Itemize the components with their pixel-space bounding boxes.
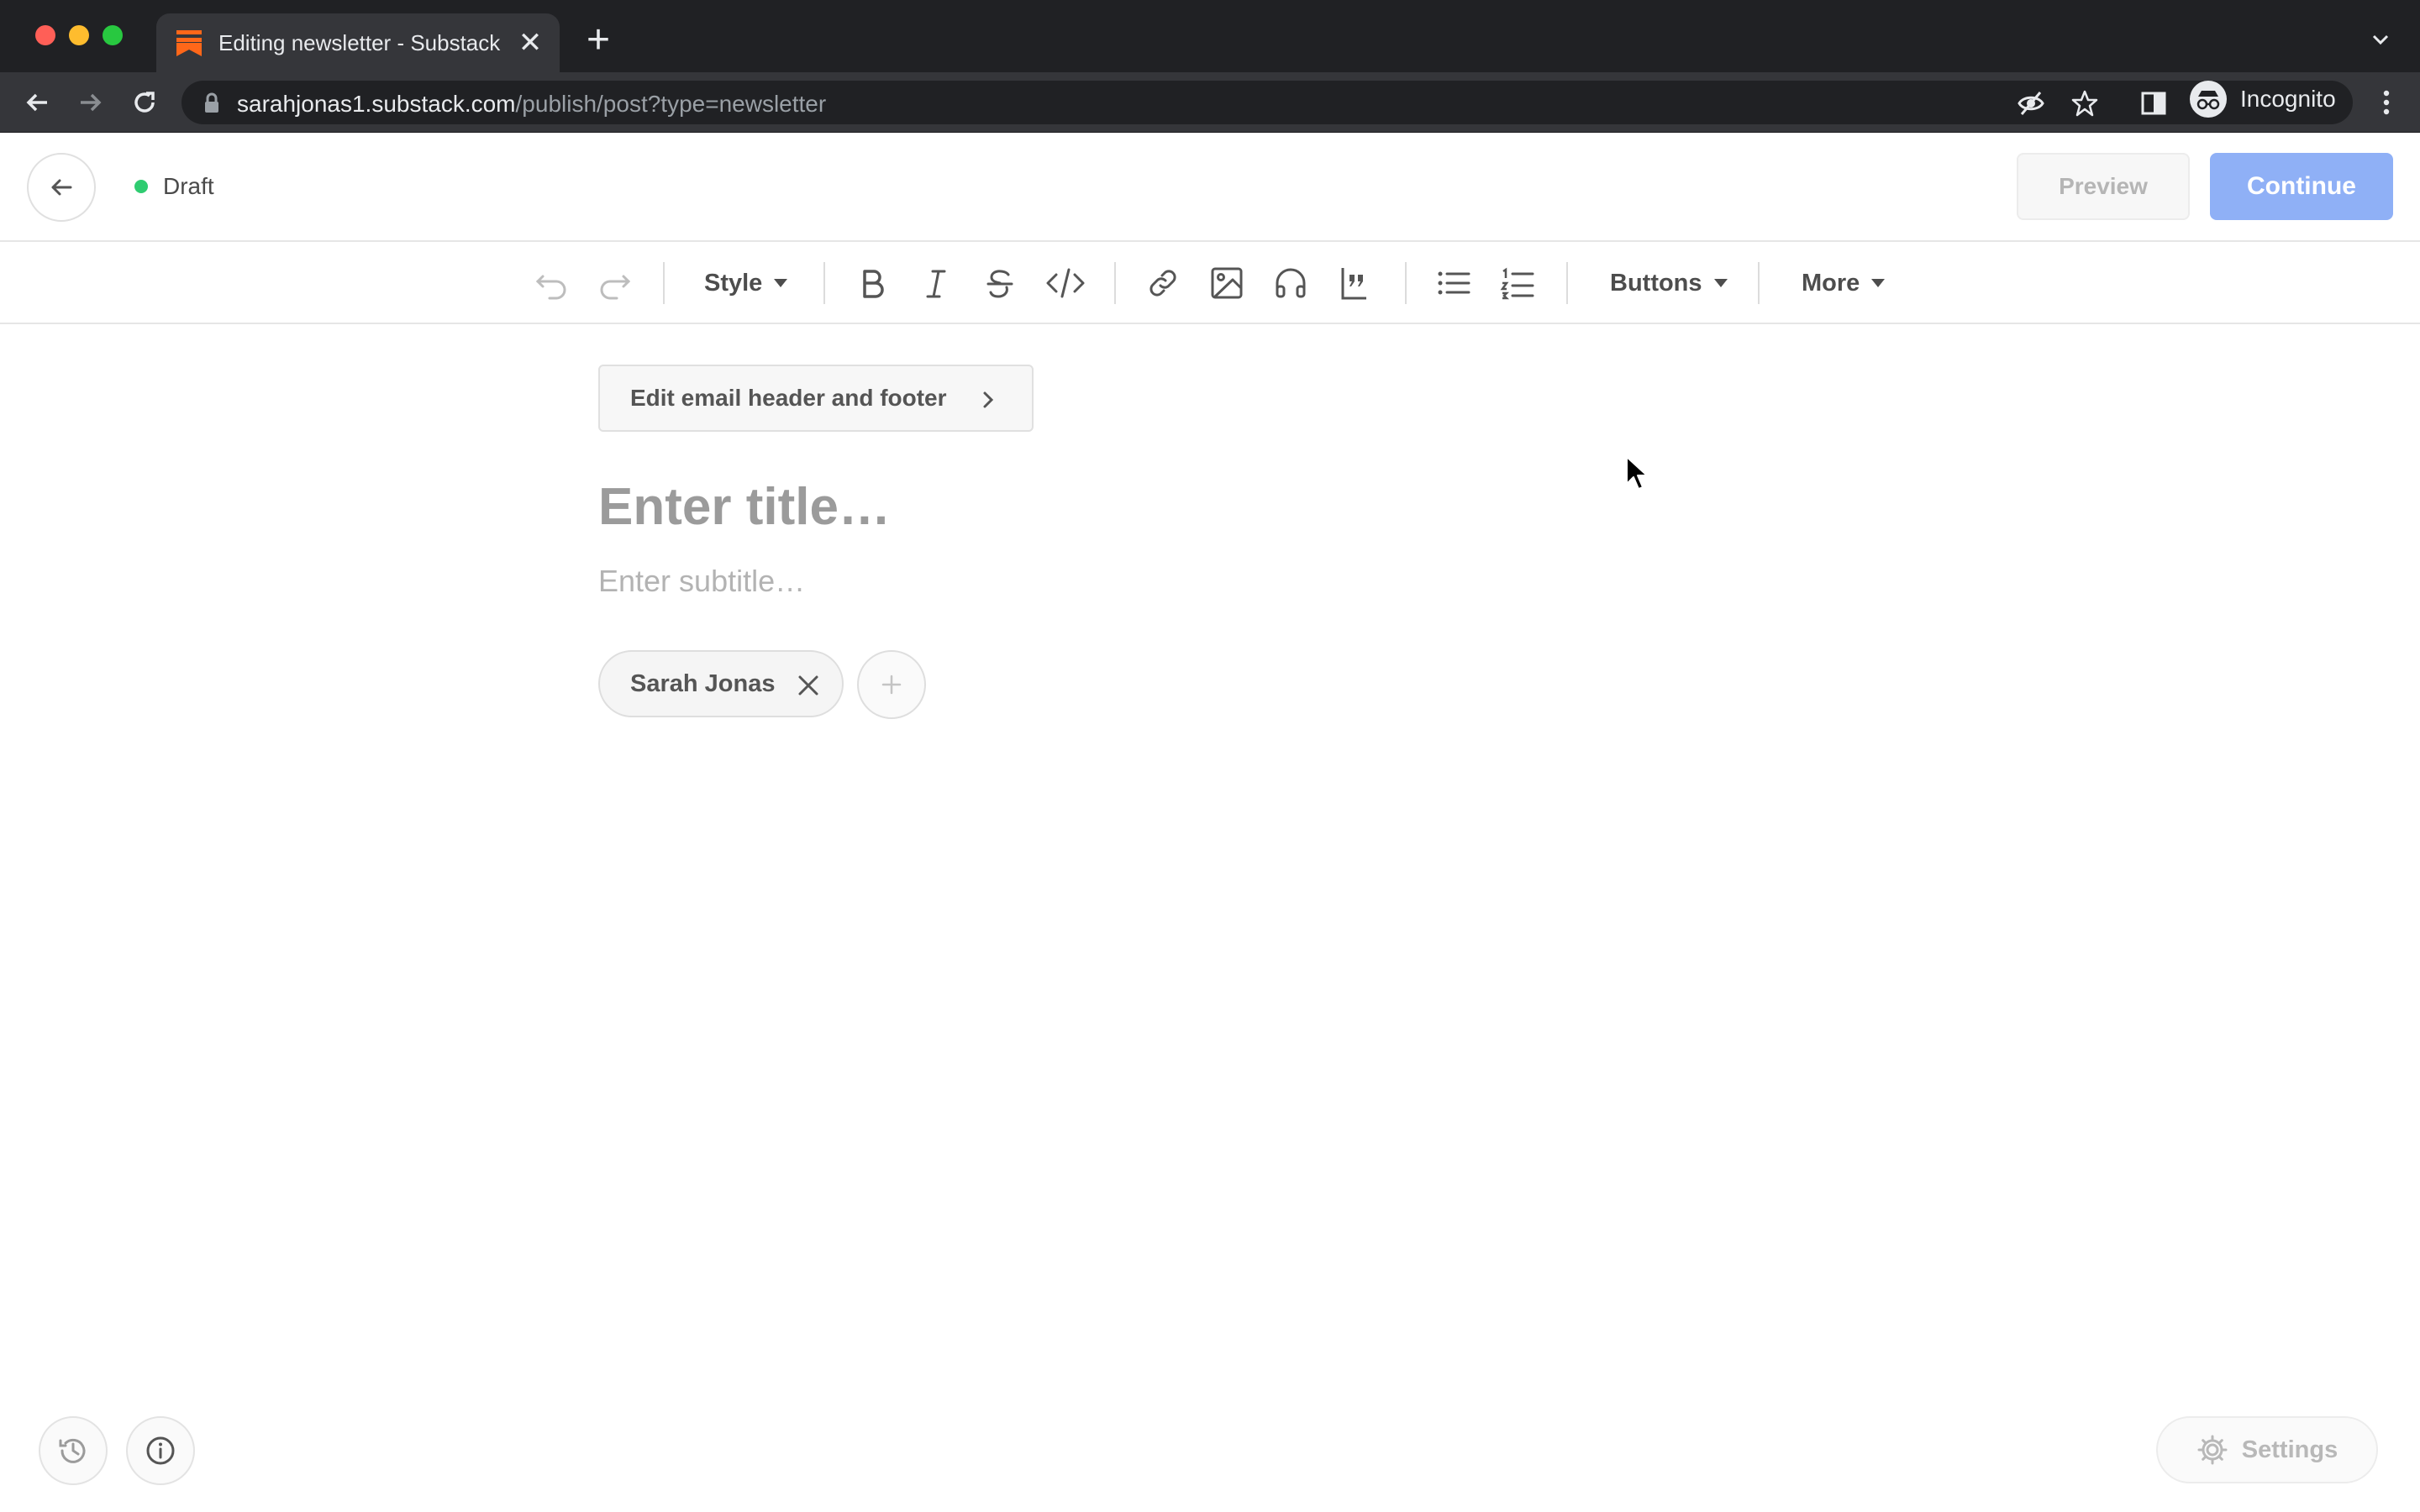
link-icon[interactable] <box>1143 263 1183 303</box>
incognito-icon <box>2190 81 2227 118</box>
author-chip: Sarah Jonas <box>598 650 844 717</box>
settings-label: Settings <box>2241 1436 2338 1463</box>
bullet-list-icon[interactable] <box>1434 263 1474 303</box>
chevron-right-icon <box>983 391 994 408</box>
incognito-profile[interactable]: Incognito <box>2190 81 2336 118</box>
style-dropdown-label: Style <box>704 269 763 297</box>
history-button[interactable] <box>39 1416 108 1485</box>
settings-button[interactable]: Settings <box>2156 1416 2378 1483</box>
tab-title: Editing newsletter - Substack <box>218 29 501 55</box>
gear-icon <box>2197 1435 2228 1465</box>
info-icon <box>146 1436 175 1465</box>
browser-forward-icon[interactable] <box>74 86 108 119</box>
caret-down-icon <box>1871 279 1886 287</box>
italic-icon[interactable] <box>916 263 956 303</box>
tab-search-chevron-icon[interactable] <box>2366 25 2395 54</box>
browser-tab-bar: Editing newsletter - Substack ✕ + <box>0 0 2420 72</box>
numbered-list-icon[interactable] <box>1497 263 1538 303</box>
back-button[interactable] <box>27 153 96 222</box>
style-dropdown[interactable]: Style <box>704 263 797 303</box>
toolbar-divider <box>1114 262 1116 304</box>
plus-icon <box>881 675 902 695</box>
image-icon[interactable] <box>1207 263 1247 303</box>
post-subtitle-input[interactable] <box>598 561 1825 601</box>
caret-down-icon <box>1713 279 1728 287</box>
status-dot <box>134 180 148 193</box>
buttons-dropdown-label: Buttons <box>1610 269 1702 297</box>
browser-tab-active[interactable]: Editing newsletter - Substack ✕ <box>156 13 560 72</box>
draft-status: Draft <box>134 173 214 200</box>
url-host: sarahjonas1.substack.com <box>237 91 516 117</box>
more-dropdown[interactable]: More <box>1802 263 1911 303</box>
toolbar-divider <box>823 262 825 304</box>
incognito-label: Incognito <box>2240 86 2336 112</box>
redo-icon[interactable] <box>595 263 635 303</box>
editor-header: Draft Preview Continue <box>0 133 2420 242</box>
window-minimize-button[interactable] <box>69 25 89 45</box>
url-text[interactable]: sarahjonas1.substack.com/publish/post?ty… <box>237 91 826 118</box>
code-icon[interactable] <box>1044 263 1087 303</box>
audio-headphones-icon[interactable] <box>1270 263 1311 303</box>
url-omnibox[interactable]: sarahjonas1.substack.com/publish/post?ty… <box>182 81 2353 124</box>
remove-author-icon[interactable] <box>795 672 822 699</box>
lock-icon[interactable] <box>203 92 220 114</box>
toolbar-divider <box>1405 262 1407 304</box>
eye-off-icon[interactable] <box>2017 89 2045 118</box>
undo-icon[interactable] <box>531 263 571 303</box>
bold-icon[interactable] <box>852 263 892 303</box>
caret-down-icon <box>774 279 788 287</box>
strikethrough-icon[interactable] <box>980 263 1020 303</box>
url-path: /publish/post?type=newsletter <box>515 91 827 117</box>
side-panel-icon[interactable] <box>2139 89 2168 118</box>
toolbar-divider <box>1758 262 1760 304</box>
add-author-button[interactable] <box>857 650 926 719</box>
buttons-dropdown[interactable]: Buttons <box>1610 263 1744 303</box>
window-maximize-button[interactable] <box>103 25 123 45</box>
continue-button[interactable]: Continue <box>2210 153 2393 220</box>
formatting-toolbar: Style Buttons More <box>0 242 2420 324</box>
info-button[interactable] <box>126 1416 195 1485</box>
browser-back-icon[interactable] <box>20 86 54 119</box>
toolbar-divider <box>663 262 665 304</box>
browser-address-bar: sarahjonas1.substack.com/publish/post?ty… <box>0 72 2420 133</box>
more-dropdown-label: More <box>1802 269 1860 297</box>
browser-menu-icon[interactable] <box>2371 87 2402 118</box>
arrow-left-icon <box>51 179 72 196</box>
substack-logo-icon <box>176 30 202 56</box>
new-tab-button[interactable]: + <box>580 20 617 60</box>
browser-reload-icon[interactable] <box>128 86 161 119</box>
quote-icon[interactable] <box>1334 263 1375 303</box>
edit-header-label: Edit email header and footer <box>630 385 947 411</box>
toolbar-divider <box>1566 262 1568 304</box>
status-label: Draft <box>163 173 214 199</box>
author-name: Sarah Jonas <box>630 669 776 697</box>
tab-close-icon[interactable]: ✕ <box>518 29 543 57</box>
edit-email-header-footer-button[interactable]: Edit email header and footer <box>598 365 1034 432</box>
history-clock-icon <box>59 1438 86 1463</box>
mouse-cursor-icon <box>1625 455 1650 492</box>
preview-button[interactable]: Preview <box>2017 153 2190 220</box>
window-close-button[interactable] <box>35 25 55 45</box>
bookmark-star-icon[interactable] <box>2070 89 2099 118</box>
